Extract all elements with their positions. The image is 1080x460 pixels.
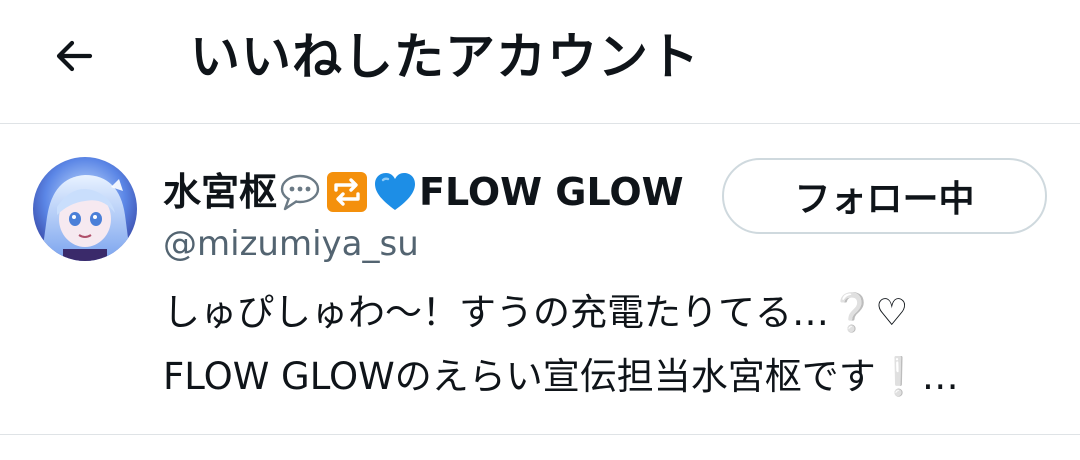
- repeat-icon: [325, 170, 369, 214]
- username: @mizumiya_su: [163, 224, 419, 264]
- display-name-text: 水宮枢: [163, 170, 278, 214]
- display-name-suffix: FLOW GLOW: [419, 170, 684, 214]
- display-name[interactable]: 水宮枢 FLOW GLOW: [163, 165, 684, 219]
- liked-by-page: いいねしたアカウント 水宮枢 FLOW GLOW @mizumiya_su フォ…: [0, 0, 1080, 460]
- blue-heart-icon: [373, 171, 417, 213]
- avatar[interactable]: [33, 157, 137, 261]
- bio-line-2: FLOW GLOWのえらい宣伝担当水宮枢です❕…: [163, 355, 959, 398]
- header: いいねしたアカウント: [0, 0, 1080, 124]
- arrow-left-icon: [50, 32, 98, 84]
- following-button[interactable]: フォロー中: [722, 158, 1047, 234]
- back-button[interactable]: [38, 22, 110, 94]
- page-title: いいねしたアカウント: [190, 28, 700, 86]
- bio-line-1: しゅぴしゅわ〜！すうの充電たりてる…❔♡: [163, 291, 909, 334]
- user-cell[interactable]: 水宮枢 FLOW GLOW @mizumiya_su フォロー中 しゅぴしゅわ〜…: [0, 125, 1080, 435]
- speech-balloon-icon: [279, 171, 321, 213]
